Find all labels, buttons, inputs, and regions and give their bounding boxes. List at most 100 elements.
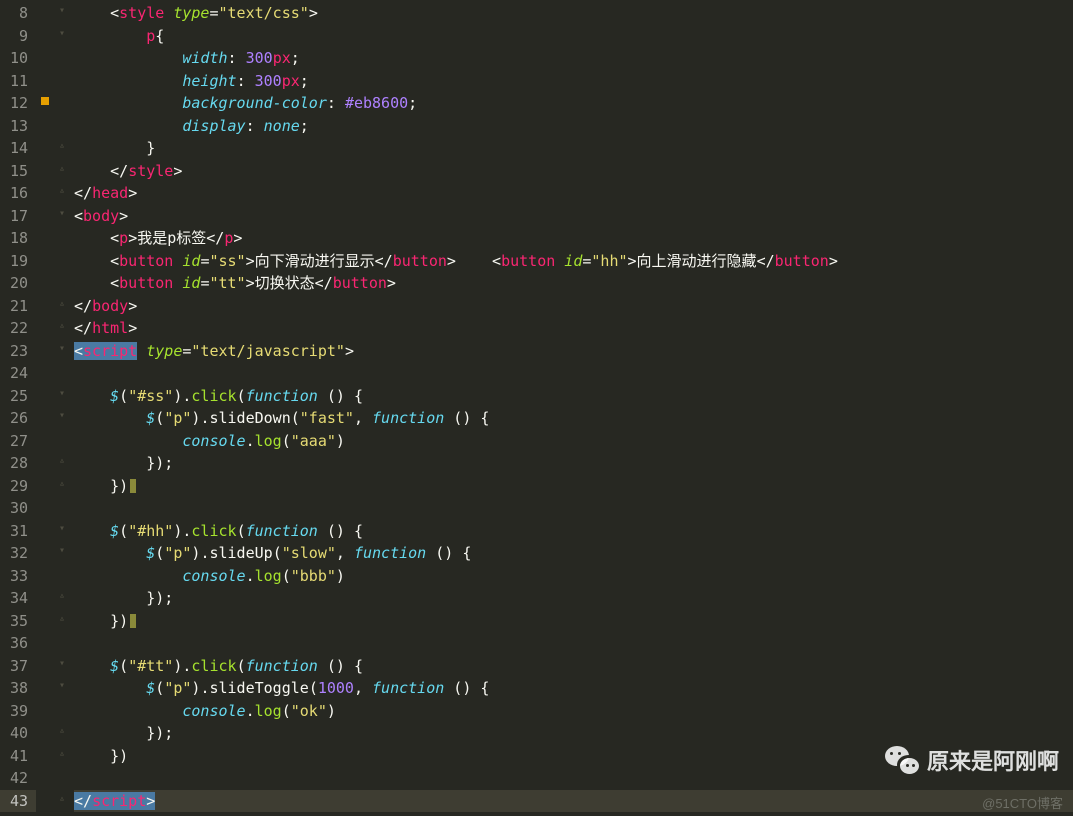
code-line[interactable]: p{ xyxy=(74,25,1073,48)
fold-handle[interactable]: ▵ xyxy=(54,585,70,608)
code-line[interactable]: $("#tt").click(function () { xyxy=(74,655,1073,678)
line-number[interactable]: 40 xyxy=(4,722,28,745)
line-number[interactable]: 39 xyxy=(4,700,28,723)
code-line[interactable] xyxy=(74,362,1073,385)
line-number[interactable]: 15 xyxy=(4,160,28,183)
fold-handle[interactable]: ▾ xyxy=(54,0,70,23)
line-number[interactable]: 38 xyxy=(4,677,28,700)
fold-handle[interactable]: ▵ xyxy=(54,743,70,766)
line-number[interactable]: 19 xyxy=(4,250,28,273)
code-line[interactable] xyxy=(74,767,1073,790)
code-line[interactable]: <style type="text/css"> xyxy=(74,2,1073,25)
code-line[interactable]: $("#hh").click(function () { xyxy=(74,520,1073,543)
line-number[interactable]: 30 xyxy=(4,497,28,520)
fold-gutter[interactable]: ▾▾▵▵▵▾▵▵▾▾▾▵▵▾▾▵▵▾▾▵▵▵ xyxy=(54,0,70,816)
fold-handle[interactable]: ▾ xyxy=(54,675,70,698)
fold-handle[interactable]: ▵ xyxy=(54,315,70,338)
line-number[interactable]: 12 xyxy=(4,92,28,115)
line-number[interactable]: 8 xyxy=(4,2,28,25)
line-number[interactable]: 16 xyxy=(4,182,28,205)
code-line[interactable] xyxy=(74,497,1073,520)
fold-handle[interactable] xyxy=(54,45,70,68)
fold-handle[interactable]: ▵ xyxy=(54,720,70,743)
line-number[interactable]: 28 xyxy=(4,452,28,475)
fold-handle[interactable]: ▵ xyxy=(54,608,70,631)
fold-handle[interactable] xyxy=(54,630,70,653)
fold-handle[interactable] xyxy=(54,698,70,721)
code-line[interactable]: }) xyxy=(74,610,1073,633)
code-line[interactable]: }) xyxy=(74,745,1073,768)
line-number[interactable]: 10 xyxy=(4,47,28,70)
code-line[interactable]: </style> xyxy=(74,160,1073,183)
line-number[interactable]: 37 xyxy=(4,655,28,678)
line-number[interactable]: 24 xyxy=(4,362,28,385)
code-line[interactable]: $("p").slideDown("fast", function () { xyxy=(74,407,1073,430)
line-number[interactable]: 33 xyxy=(4,565,28,588)
fold-handle[interactable]: ▾ xyxy=(54,203,70,226)
fold-handle[interactable]: ▵ xyxy=(54,450,70,473)
code-line[interactable] xyxy=(74,632,1073,655)
fold-handle[interactable]: ▾ xyxy=(54,518,70,541)
line-number[interactable]: 36 xyxy=(4,632,28,655)
code-line[interactable]: width: 300px; xyxy=(74,47,1073,70)
fold-handle[interactable]: ▾ xyxy=(54,405,70,428)
code-line[interactable]: $("#ss").click(function () { xyxy=(74,385,1073,408)
line-number[interactable]: 20 xyxy=(4,272,28,295)
code-line[interactable]: </head> xyxy=(74,182,1073,205)
line-number[interactable]: 13 xyxy=(4,115,28,138)
code-line[interactable]: display: none; xyxy=(74,115,1073,138)
line-number[interactable]: 42 xyxy=(4,767,28,790)
line-number[interactable]: 41 xyxy=(4,745,28,768)
fold-handle[interactable] xyxy=(54,428,70,451)
code-line[interactable]: }); xyxy=(74,587,1073,610)
line-number[interactable]: 25 xyxy=(4,385,28,408)
fold-handle[interactable]: ▵ xyxy=(54,473,70,496)
fold-handle[interactable] xyxy=(54,248,70,271)
fold-handle[interactable] xyxy=(54,68,70,91)
fold-handle[interactable]: ▵ xyxy=(54,158,70,181)
fold-handle[interactable] xyxy=(54,563,70,586)
fold-handle[interactable]: ▾ xyxy=(54,540,70,563)
code-area[interactable]: <style type="text/css"> p{ width: 300px;… xyxy=(70,0,1073,816)
line-number[interactable]: 21 xyxy=(4,295,28,318)
code-line[interactable]: $("p").slideToggle(1000, function () { xyxy=(74,677,1073,700)
fold-handle[interactable]: ▵ xyxy=(54,788,70,811)
code-line[interactable]: <button id="ss">向下滑动进行显示</button> <butto… xyxy=(74,250,1073,273)
line-number[interactable]: 34 xyxy=(4,587,28,610)
code-line[interactable]: background-color: #eb8600; xyxy=(74,92,1073,115)
line-number[interactable]: 9 xyxy=(4,25,28,48)
line-number[interactable]: 43 xyxy=(0,790,36,813)
code-line[interactable]: $("p").slideUp("slow", function () { xyxy=(74,542,1073,565)
fold-handle[interactable]: ▵ xyxy=(54,135,70,158)
code-line[interactable]: height: 300px; xyxy=(74,70,1073,93)
fold-handle[interactable]: ▾ xyxy=(54,338,70,361)
code-line[interactable]: </body> xyxy=(74,295,1073,318)
fold-handle[interactable]: ▵ xyxy=(54,293,70,316)
line-number[interactable]: 26 xyxy=(4,407,28,430)
fold-handle[interactable]: ▾ xyxy=(54,383,70,406)
line-number-gutter[interactable]: 8910111213141516171819202122232425262728… xyxy=(0,0,36,816)
fold-handle[interactable] xyxy=(54,270,70,293)
line-number[interactable]: 31 xyxy=(4,520,28,543)
code-line[interactable]: console.log("aaa") xyxy=(74,430,1073,453)
line-number[interactable]: 23 xyxy=(4,340,28,363)
code-line[interactable]: <button id="tt">切换状态</button> xyxy=(74,272,1073,295)
line-number[interactable]: 22 xyxy=(4,317,28,340)
line-number[interactable]: 29 xyxy=(4,475,28,498)
line-number[interactable]: 17 xyxy=(4,205,28,228)
code-line[interactable]: console.log("ok") xyxy=(74,700,1073,723)
line-number[interactable]: 18 xyxy=(4,227,28,250)
code-line[interactable]: } xyxy=(74,137,1073,160)
code-line[interactable]: }) xyxy=(74,475,1073,498)
fold-handle[interactable] xyxy=(54,225,70,248)
code-editor[interactable]: 8910111213141516171819202122232425262728… xyxy=(0,0,1073,816)
line-number[interactable]: 35 xyxy=(4,610,28,633)
line-number[interactable]: 14 xyxy=(4,137,28,160)
code-line[interactable]: <body> xyxy=(74,205,1073,228)
code-line[interactable]: </script> xyxy=(74,790,1073,813)
fold-handle[interactable] xyxy=(54,765,70,788)
code-line[interactable]: console.log("bbb") xyxy=(74,565,1073,588)
code-line[interactable]: </html> xyxy=(74,317,1073,340)
line-number[interactable]: 11 xyxy=(4,70,28,93)
code-line[interactable]: }); xyxy=(74,452,1073,475)
